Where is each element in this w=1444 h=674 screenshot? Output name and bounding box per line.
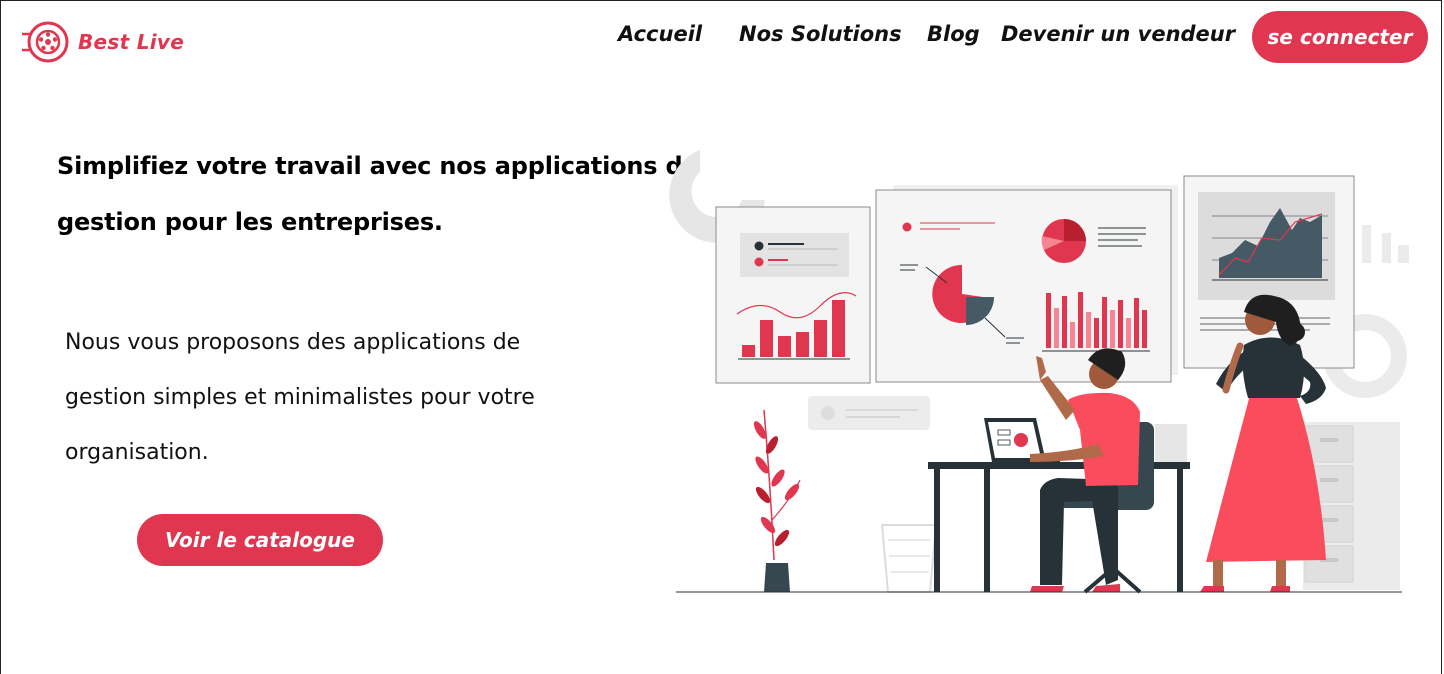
nav-accueil[interactable]: Accueil [618,22,702,46]
hero-description-line-2: gestion simples et minimalistes pour vot… [65,385,535,410]
hero-description: Nous vous proposons des applications de … [65,315,605,480]
hero-title: Simplifiez votre travail avec nos applic… [57,138,717,250]
hero-title-line-2: gestion pour les entreprises. [57,208,443,236]
nav-blog[interactable]: Blog [927,22,980,46]
hero-illustration [669,150,1409,594]
hero-description-line-3: organisation. [65,440,209,465]
nav-nos-solutions[interactable]: Nos Solutions [739,22,902,46]
plant [753,409,801,592]
nav-devenir-vendeur[interactable]: Devenir un vendeur [1001,22,1235,46]
hero-description-line-1: Nous vous proposons des applications de [65,330,521,355]
seated-man-figure [1030,348,1140,592]
center-chart-panel [875,189,1172,383]
main-nav: Accueil Nos Solutions Blog Devenir un ve… [0,20,1444,60]
login-button[interactable]: se connecter [1252,11,1428,63]
waste-basket [880,524,938,593]
catalogue-button[interactable]: Voir le catalogue [137,514,383,566]
left-chart-panel [715,206,871,384]
hero-title-line-1: Simplifiez votre travail avec nos applic… [57,152,699,180]
